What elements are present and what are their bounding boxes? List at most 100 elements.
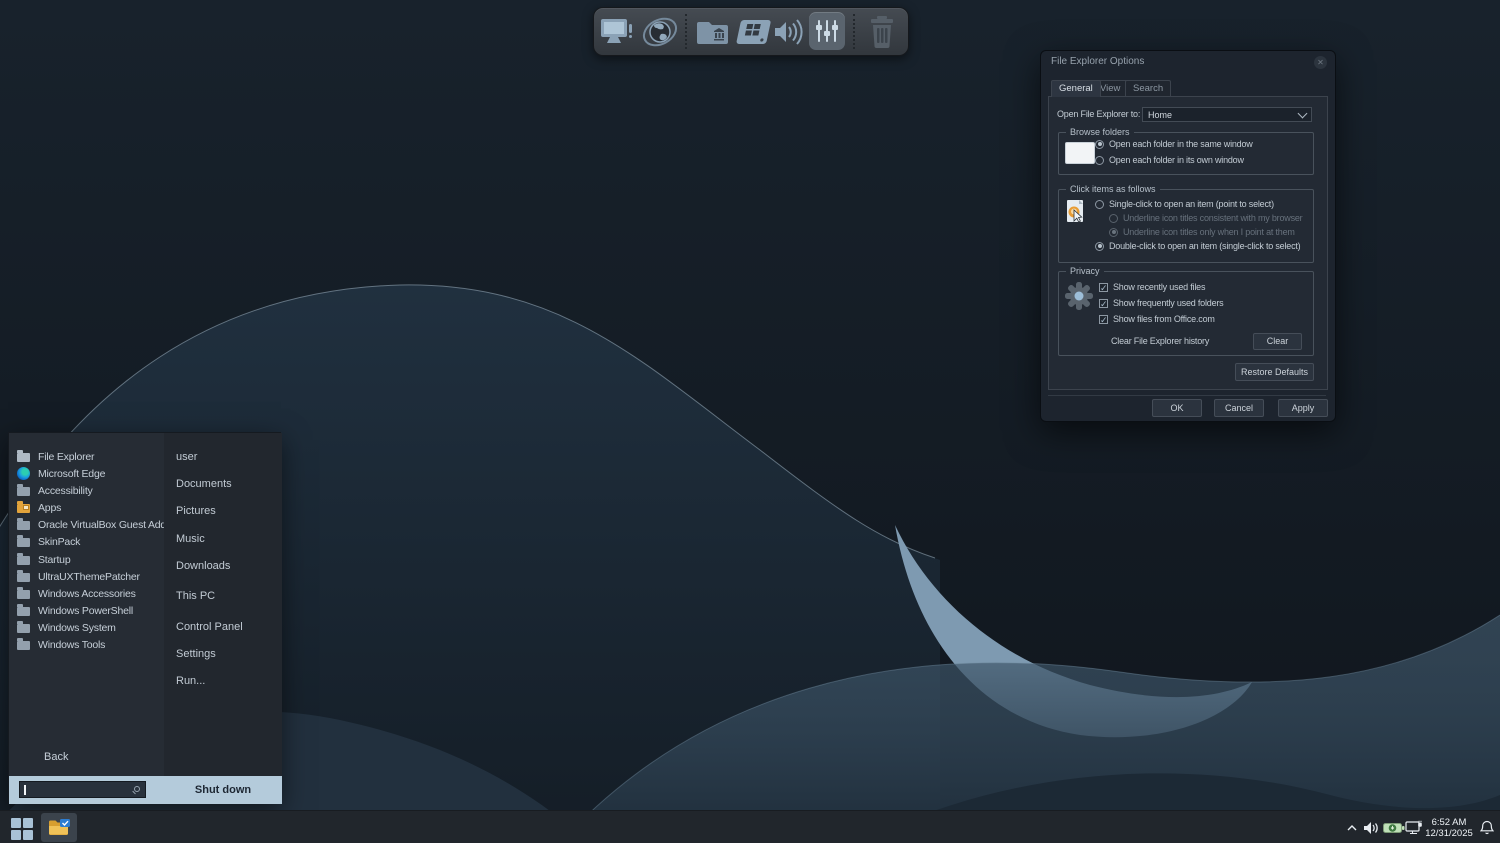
browse-folders-icon (1065, 142, 1095, 164)
radio-icon (1095, 200, 1104, 209)
computer-icon[interactable] (598, 8, 636, 55)
folder-icon (17, 573, 30, 582)
tray-date: 12/31/2025 (1425, 828, 1473, 839)
folder-icon (17, 521, 30, 530)
folder-icon (17, 641, 30, 650)
clear-button[interactable]: Clear (1253, 333, 1302, 350)
settings-mixer-icon[interactable] (809, 12, 845, 50)
radio-icon (1095, 242, 1104, 251)
start-item-ultrauxthemepatcher[interactable]: UltraUXThemePatcher (9, 568, 164, 585)
recycle-bin-icon[interactable] (866, 8, 898, 55)
start-item-control-panel[interactable]: Control Panel (164, 619, 282, 635)
folder-check-icon (47, 818, 71, 838)
start-button[interactable] (11, 818, 33, 840)
taskbar-file-explorer-options[interactable] (41, 813, 77, 842)
tray-network-icon[interactable] (1404, 811, 1424, 843)
checkbox-icon: ✓ (1099, 315, 1108, 324)
start-item-accessibility[interactable]: Accessibility (9, 482, 164, 499)
start-menu: File Explorer Microsoft Edge Accessibili… (8, 432, 281, 803)
floating-dock (593, 7, 909, 56)
privacy-group: Privacy ✓ Show recently used files ✓ Sho… (1058, 271, 1314, 356)
start-item-downloads[interactable]: Downloads (164, 558, 282, 574)
start-item-apps[interactable]: Apps (9, 499, 164, 516)
folder-icon (17, 538, 30, 547)
start-item-run[interactable]: Run... (164, 673, 282, 689)
search-input[interactable] (19, 781, 146, 798)
radio-icon (1095, 156, 1104, 165)
start-item-microsoft-edge[interactable]: Microsoft Edge (9, 465, 164, 482)
start-item-pictures[interactable]: Pictures (164, 503, 282, 519)
taskbar: 6:52 AM 12/31/2025 (0, 810, 1500, 843)
radio-icon (1109, 214, 1118, 223)
start-item-startup[interactable]: Startup (9, 551, 164, 568)
browse-folders-group: Browse folders Open each folder in the s… (1058, 132, 1314, 175)
dialog-title: File Explorer Options (1051, 56, 1144, 67)
check-frequent-folders[interactable]: ✓ Show frequently used folders (1099, 298, 1223, 308)
restore-defaults-button[interactable]: Restore Defaults (1235, 363, 1314, 381)
start-item-windows-tools[interactable]: Windows Tools (9, 636, 164, 653)
start-item-user[interactable]: user (164, 449, 282, 465)
start-item-virtualbox[interactable]: Oracle VirtualBox Guest Additi... (9, 516, 164, 533)
tray-volume-icon[interactable] (1362, 811, 1380, 843)
cancel-button[interactable]: Cancel (1214, 399, 1264, 417)
radio-own-window[interactable]: Open each folder in its own window (1095, 155, 1244, 165)
start-item-music[interactable]: Music (164, 531, 282, 547)
tray-notifications-bell-icon[interactable] (1478, 811, 1496, 843)
close-icon[interactable]: ✕ (1314, 56, 1327, 69)
network-globe-icon[interactable] (640, 8, 680, 55)
folder-icon (17, 487, 30, 496)
desktop: { "dock": { "icons": [ {"name": "compute… (0, 0, 1500, 843)
start-item-this-pc[interactable]: This PC (164, 588, 282, 604)
checkbox-icon: ✓ (1099, 299, 1108, 308)
tab-general[interactable]: General (1051, 80, 1101, 97)
check-recent-files[interactable]: ✓ Show recently used files (1099, 282, 1205, 292)
file-explorer-options-dialog: File Explorer Options ✕ General View Sea… (1040, 50, 1336, 422)
radio-same-window[interactable]: Open each folder in the same window (1095, 139, 1253, 149)
chevron-down-icon (1298, 108, 1308, 118)
tray-battery-icon[interactable] (1382, 811, 1406, 843)
open-to-label: Open File Explorer to: (1057, 109, 1140, 119)
check-office-files[interactable]: ✓ Show files from Office.com (1099, 314, 1215, 324)
start-item-skinpack[interactable]: SkinPack (9, 533, 164, 550)
click-items-group: Click items as follows Single-click to o… (1058, 189, 1314, 263)
back-button[interactable]: Back (44, 751, 68, 763)
radio-underline-point: Underline icon titles only when I point … (1109, 227, 1295, 237)
taskbar-clock[interactable]: 6:52 AM 12/31/2025 (1422, 811, 1476, 843)
folder-icon (17, 556, 30, 565)
folder-icon (17, 453, 30, 462)
start-menu-bottom-bar: Shut down (9, 776, 282, 804)
user-folder-icon[interactable] (696, 8, 732, 55)
folder-icon (17, 607, 30, 616)
radio-double-click[interactable]: Double-click to open an item (single-cli… (1095, 241, 1300, 251)
start-item-settings[interactable]: Settings (164, 646, 282, 662)
start-item-file-explorer[interactable]: File Explorer (9, 448, 164, 465)
apps-folder-icon (17, 504, 30, 513)
tray-time: 6:52 AM (1432, 817, 1467, 828)
apply-button[interactable]: Apply (1278, 399, 1328, 417)
radio-underline-consistent: Underline icon titles consistent with my… (1109, 213, 1302, 223)
system-drive-icon[interactable] (733, 8, 773, 55)
start-item-windows-powershell[interactable]: Windows PowerShell (9, 602, 164, 619)
gear-icon (1063, 280, 1095, 314)
start-item-windows-accessories[interactable]: Windows Accessories (9, 585, 164, 602)
radio-icon (1109, 228, 1118, 237)
tab-search[interactable]: Search (1125, 80, 1171, 96)
clear-history-label: Clear File Explorer history (1111, 336, 1209, 346)
start-item-documents[interactable]: Documents (164, 476, 282, 492)
dock-separator (853, 14, 855, 49)
click-items-icon (1065, 198, 1089, 230)
text-caret (24, 785, 26, 795)
ok-button[interactable]: OK (1152, 399, 1202, 417)
shutdown-button[interactable]: Shut down (164, 776, 282, 804)
open-to-select[interactable]: Home (1142, 107, 1312, 122)
edge-icon (17, 467, 30, 480)
radio-icon (1095, 140, 1104, 149)
volume-icon[interactable] (771, 8, 807, 55)
start-item-windows-system[interactable]: Windows System (9, 619, 164, 636)
radio-single-click[interactable]: Single-click to open an item (point to s… (1095, 199, 1274, 209)
search-icon (134, 786, 140, 792)
dialog-footer-divider (1048, 395, 1326, 396)
folder-icon (17, 624, 30, 633)
tray-chevron-up-icon[interactable] (1344, 811, 1360, 843)
dock-separator (685, 14, 687, 49)
